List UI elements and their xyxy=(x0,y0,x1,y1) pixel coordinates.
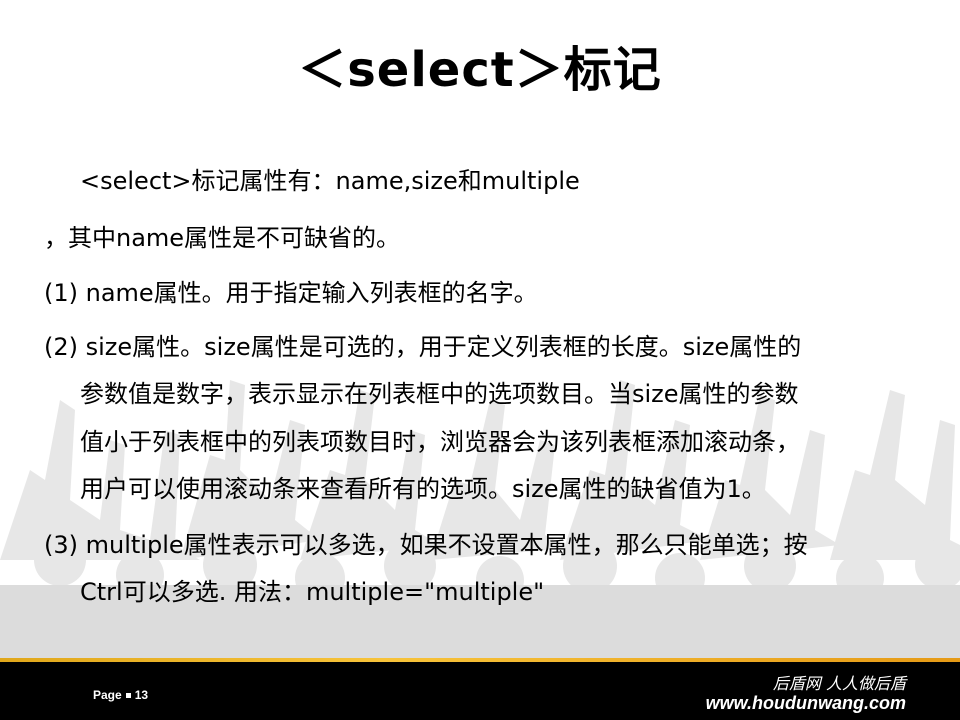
body-line-5: 参数值是数字，表示显示在列表框中的选项数目。当size属性的参数 xyxy=(80,380,799,408)
body-line-2: ，其中name属性是不可缺省的。 xyxy=(44,224,401,252)
footer-bar: Page 13 后盾网 人人做后盾 www.houdunwang.com xyxy=(0,658,960,720)
page-indicator: Page 13 xyxy=(93,688,148,702)
page-label: Page xyxy=(93,688,122,702)
body-line-7: 用户可以使用滚动条来查看所有的选项。size属性的缺省值为1。 xyxy=(80,475,766,503)
body-line-6: 值小于列表框中的列表项数目时，浏览器会为该列表框添加滚动条， xyxy=(80,428,800,456)
body-line-1: <select>标记属性有：name,size和multiple xyxy=(80,167,580,195)
page-number: 13 xyxy=(134,688,149,702)
body-line-4: (2) size属性。size属性是可选的，用于定义列表框的长度。size属性的 xyxy=(44,333,802,361)
body-line-9: Ctrl可以多选. 用法：multiple="multiple" xyxy=(80,578,545,606)
body-line-3: (1) name属性。用于指定输入列表框的名字。 xyxy=(44,279,538,307)
body-line-8: (3) multiple属性表示可以多选，如果不设置本属性，那么只能单选；按 xyxy=(44,531,808,559)
footer-accent-stripe xyxy=(0,658,960,662)
brand-slogan: 后盾网 人人做后盾 xyxy=(772,674,906,693)
slide-title: ＜select＞标记 xyxy=(298,42,662,98)
square-bullet-icon xyxy=(125,692,131,698)
brand-url: www.houdunwang.com xyxy=(705,693,906,713)
